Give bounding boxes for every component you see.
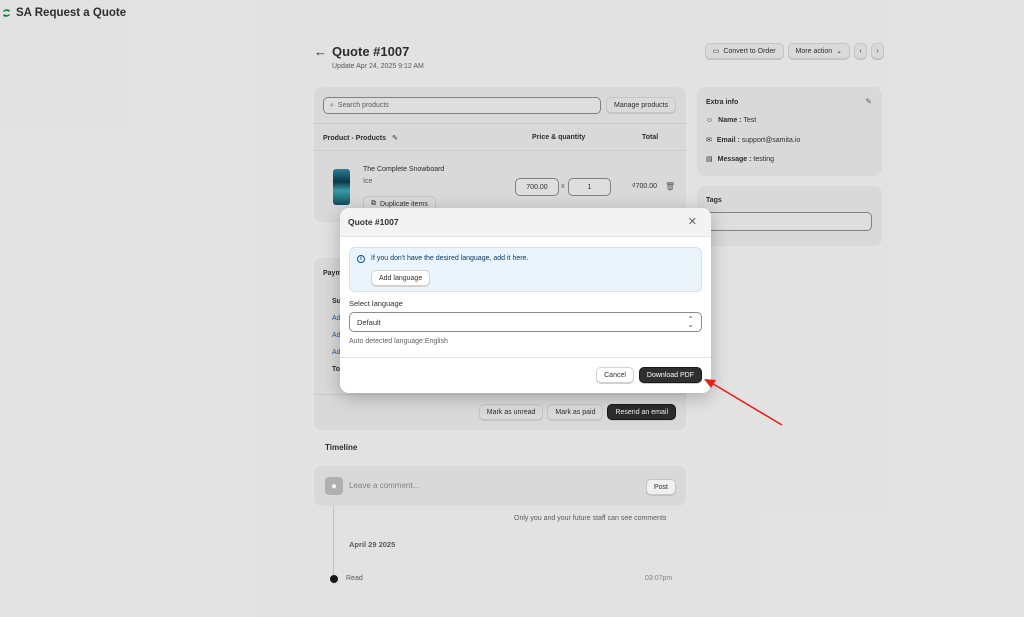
- red-arrow-annotation: [704, 379, 783, 426]
